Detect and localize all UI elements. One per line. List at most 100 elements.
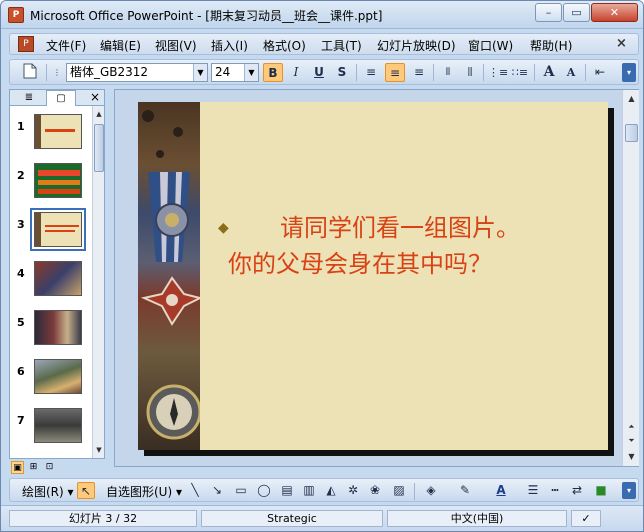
spelling-status-icon[interactable]: ✓ xyxy=(571,510,601,527)
text-direction-icon[interactable]: ⫴ xyxy=(438,63,458,82)
design-template-status[interactable]: Strategic xyxy=(201,510,383,527)
font-name-value: 楷体_GB2312 xyxy=(70,65,149,79)
close-button[interactable]: ✕ xyxy=(591,3,638,22)
italic-button[interactable]: I xyxy=(286,63,306,82)
slide-text-box[interactable]: 请同学们看一组图片。 你的父母会身在其中吗？ xyxy=(228,210,602,282)
tab-outline[interactable]: ≣ xyxy=(14,90,44,106)
scroll-up-icon[interactable]: ▲ xyxy=(625,92,638,106)
font-color-icon[interactable]: A xyxy=(492,482,510,499)
shadow-button[interactable]: S xyxy=(332,63,352,82)
menu-file[interactable]: 文件(F) xyxy=(46,37,86,54)
scroll-down-icon[interactable]: ▼ xyxy=(625,450,638,464)
scrollbar-thumb[interactable] xyxy=(94,124,104,172)
wordart-icon[interactable]: ◭ xyxy=(322,482,340,499)
rectangle-tool-icon[interactable]: ▭ xyxy=(232,482,250,499)
slide-number: 2 xyxy=(17,169,25,182)
tab-slides[interactable]: ▢ xyxy=(46,90,76,106)
align-left-button[interactable]: ≡ xyxy=(361,63,381,82)
numbered-list-icon[interactable]: ⋮≡ xyxy=(488,63,508,82)
font-name-combo[interactable]: 楷体_GB2312 ▼ xyxy=(66,63,208,82)
slide-number: 7 xyxy=(17,414,25,427)
slide-decoration-image xyxy=(138,102,200,450)
title-bar[interactable]: P Microsoft Office PowerPoint - [期末复习动员_… xyxy=(1,1,643,29)
font-size-combo[interactable]: 24 ▼ xyxy=(211,63,259,82)
line-tool-icon[interactable]: ╲ xyxy=(186,482,204,499)
font-size-value: 24 xyxy=(215,65,231,79)
menu-edit[interactable]: 编辑(E) xyxy=(100,37,141,54)
grow-font-button[interactable]: A xyxy=(539,63,559,82)
select-pointer-icon[interactable]: ↖ xyxy=(77,482,95,499)
slide-thumbnail-6[interactable] xyxy=(34,359,82,394)
toolbar-options-icon[interactable]: ▾ xyxy=(622,63,636,82)
arrow-style-icon[interactable]: ⇄ xyxy=(568,482,586,499)
slide-scrollbar[interactable]: ▲ ⏶ ⏷ ▼ xyxy=(622,90,639,466)
menu-insert[interactable]: 插入(I) xyxy=(211,37,248,54)
menu-view[interactable]: 视图(V) xyxy=(155,37,197,54)
slide-number: 4 xyxy=(17,267,25,280)
vertical-textbox-icon[interactable]: ▥ xyxy=(300,482,318,499)
menu-help[interactable]: 帮助(H) xyxy=(530,37,572,54)
dash-style-icon[interactable]: ┅ xyxy=(546,482,564,499)
toolbar-separator xyxy=(534,64,535,81)
textbox-tool-icon[interactable]: ▤ xyxy=(278,482,296,499)
align-right-button[interactable]: ≡ xyxy=(409,63,429,82)
slide-text-line: 你的父母会身在其中吗？ xyxy=(228,250,492,278)
slide-thumbnail-1[interactable] xyxy=(34,114,82,149)
line-color-icon[interactable]: ✎ xyxy=(456,482,474,499)
bold-button[interactable]: B xyxy=(263,63,283,82)
chevron-down-icon[interactable]: ▼ xyxy=(244,64,258,81)
scrollbar-thumb[interactable] xyxy=(625,124,638,142)
toolbar-separator xyxy=(356,64,357,81)
slide-thumbnail-7[interactable] xyxy=(34,408,82,443)
autoshapes-menu-button[interactable]: 自选图形(U) ▾ xyxy=(106,483,182,500)
slide-thumbnail-2[interactable] xyxy=(34,163,82,198)
current-slide[interactable]: ◆ 请同学们看一组图片。 你的父母会身在其中吗？ xyxy=(138,102,608,450)
new-document-icon[interactable] xyxy=(20,63,40,82)
toolbar-separator xyxy=(46,64,47,81)
line-style-icon[interactable]: ☰ xyxy=(524,482,542,499)
menu-slideshow[interactable]: 幻灯片放映(D) xyxy=(377,37,456,54)
slide-thumbnail-4[interactable] xyxy=(34,261,82,296)
slides-scrollbar[interactable]: ▲ ▼ xyxy=(92,106,104,458)
toolbar-options-icon[interactable]: ▾ xyxy=(622,482,636,499)
bullet-list-icon[interactable]: ∷≡ xyxy=(510,63,530,82)
decrease-indent-icon[interactable]: ⇤ xyxy=(590,63,610,82)
powerpoint-app-icon[interactable]: P xyxy=(8,7,24,23)
previous-slide-icon[interactable]: ⏶ xyxy=(625,420,638,434)
scroll-up-icon[interactable]: ▲ xyxy=(94,108,104,120)
draw-menu-button[interactable]: 绘图(R) ▾ xyxy=(22,483,74,500)
minimize-button[interactable]: – xyxy=(535,3,562,22)
toolbar-grip-icon[interactable]: ⋮ xyxy=(52,63,62,82)
close-document-icon[interactable]: × xyxy=(616,36,627,51)
chevron-down-icon[interactable]: ▼ xyxy=(193,64,207,81)
document-control-icon[interactable]: P xyxy=(18,36,34,52)
next-slide-icon[interactable]: ⏷ xyxy=(625,434,638,448)
close-pane-icon[interactable]: × xyxy=(90,90,100,105)
picture-icon[interactable]: ▨ xyxy=(390,482,408,499)
slide-sorter-view-icon[interactable]: ⊞ xyxy=(27,461,40,474)
slide-thumbnail-5[interactable] xyxy=(34,310,82,345)
slide-thumbnail-3[interactable] xyxy=(30,208,86,251)
menu-tools[interactable]: 工具(T) xyxy=(321,37,362,54)
menu-window[interactable]: 窗口(W) xyxy=(468,37,513,54)
toolbar-separator xyxy=(585,64,586,81)
slides-pane: ≣ ▢ × 1 2 3 4 5 6 7 ▲ ▼ xyxy=(9,89,105,459)
bullet-diamond-icon: ◆ xyxy=(218,220,229,236)
menu-format[interactable]: 格式(O) xyxy=(263,37,306,54)
underline-button[interactable]: U xyxy=(309,63,329,82)
align-center-button[interactable]: ≡ xyxy=(385,63,405,82)
clipart-icon[interactable]: ❀ xyxy=(366,482,384,499)
scroll-down-icon[interactable]: ▼ xyxy=(94,444,104,456)
arrow-tool-icon[interactable]: ↘ xyxy=(208,482,226,499)
oval-tool-icon[interactable]: ◯ xyxy=(255,482,273,499)
columns-icon[interactable]: ⫼ xyxy=(460,63,480,82)
slideshow-view-icon[interactable]: ⊡ xyxy=(43,461,56,474)
slide-number: 3 xyxy=(17,218,25,231)
normal-view-icon[interactable]: ▣ xyxy=(11,461,24,474)
fill-color-icon[interactable]: ◈ xyxy=(422,482,440,499)
slide-number: 5 xyxy=(17,316,25,329)
shrink-font-button[interactable]: A xyxy=(561,63,581,82)
diagram-icon[interactable]: ✲ xyxy=(344,482,362,499)
shadow-style-icon[interactable]: ■ xyxy=(592,482,610,499)
maximize-button[interactable]: ▭ xyxy=(563,3,590,22)
